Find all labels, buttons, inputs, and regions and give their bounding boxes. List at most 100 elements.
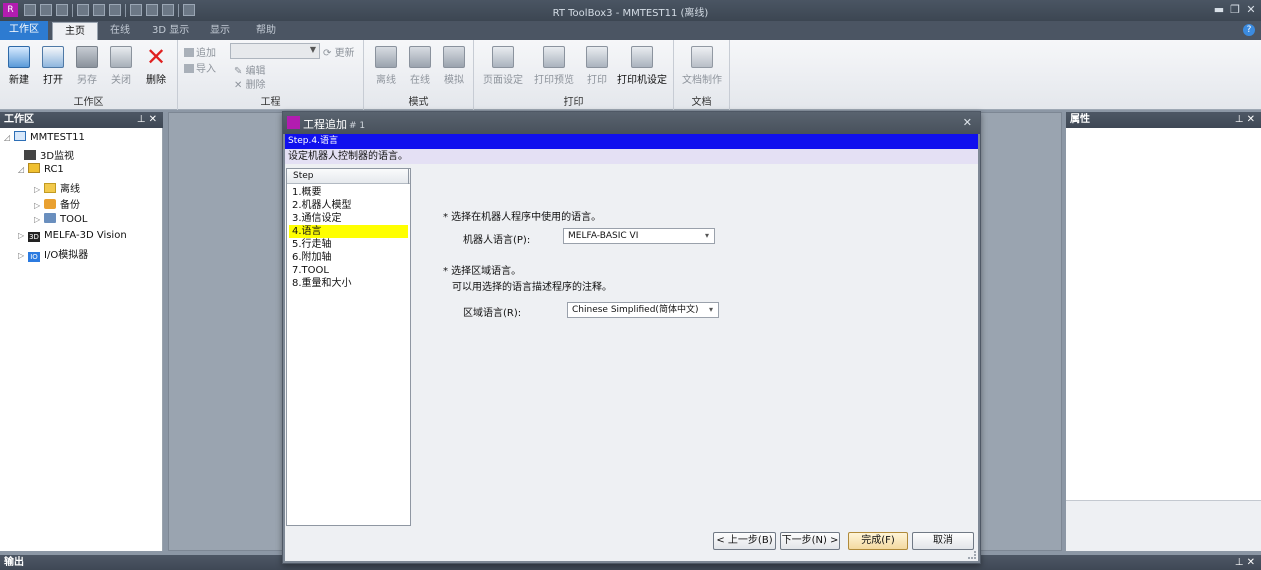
step-item[interactable]: 1.概要 [289,186,408,199]
save-as-label: 另存 [77,75,97,86]
step-item[interactable]: 3.通信设定 [289,212,408,225]
page-setup-label: 页面设定 [483,75,523,86]
dialog-close-icon[interactable]: ✕ [963,116,972,129]
tree-item-io-simulator[interactable]: ▷ IO I/O模拟器 [18,246,88,262]
next-step-button[interactable]: 下一步(N) > [780,532,840,550]
tree-item-3d-monitor[interactable]: 3D监视 [24,147,74,162]
tab-display[interactable]: 显示 [204,22,236,40]
robot-language-select[interactable]: MELFA-BASIC VI ▾ [563,228,715,244]
tree-item-vision[interactable]: ▷ 3D MELFA-3D Vision [18,230,127,242]
printer-setup-label: 打印机设定 [617,75,667,86]
import-label: 导入 [196,64,216,75]
chevron-down-icon: ▾ [708,305,713,314]
ribbon-group-project: 追加 导入 ▼ ⟳ 更新 ✎ 编辑 ✕ 删除 工程 [178,40,364,110]
panel-pin-close-icon[interactable]: ⊥ ✕ [1235,555,1255,570]
delete-button[interactable]: ✕ 删除 [141,44,171,86]
column-separator[interactable] [408,169,410,184]
cancel-button[interactable]: 取消 [912,532,974,550]
panel-pin-close-icon[interactable]: ⊥ ✕ [137,112,157,128]
tree-label: MELFA-3D Vision [44,230,127,241]
tree-label: 离线 [60,184,80,195]
region-language-select[interactable]: Chinese Simplified(简体中文) ▾ [567,302,719,318]
backup-icon [44,199,56,209]
region-language-hint: 可以用选择的语言描述程序的注释。 [452,282,612,293]
save-as-button[interactable]: 另存 [72,44,102,86]
tab-help[interactable]: 帮助 [250,22,282,40]
group-label-mode: 模式 [408,97,429,108]
open-button[interactable]: 打开 [38,44,68,86]
step-title-bar: Step.4.语言 [285,134,978,149]
ribbon-group-workspace: 新建 打开 另存 关闭 ✕ 删除 工作区 [0,40,178,110]
finish-button[interactable]: 完成(F) [848,532,908,550]
expand-icon[interactable]: ▷ [18,251,28,260]
project-delete-label: 删除 [245,80,266,91]
simulate-button[interactable]: 模拟 [439,44,469,86]
collapse-icon[interactable]: ◿ [18,165,28,174]
dialog-title-bar[interactable]: 工程追加 # 1 ✕ [283,112,980,134]
import-button[interactable]: 导入 [184,60,216,75]
project-select[interactable]: ▼ [230,43,320,59]
close-button[interactable]: 关闭 [106,44,136,86]
offline-icon [375,46,397,68]
tab-3d-display[interactable]: 3D 显示 [146,22,195,40]
project-icon [14,131,26,141]
robot-language-label: 机器人语言(P): [463,235,531,246]
offline-button[interactable]: 离线 [371,44,401,86]
refresh-button[interactable]: ⟳ 更新 [323,44,355,59]
page-setup-button[interactable]: 页面设定 [482,44,524,86]
tree-item-tool[interactable]: ▷ TOOL [34,213,87,225]
expand-icon[interactable]: ▷ [34,215,44,224]
expand-icon[interactable]: ▷ [18,231,28,240]
window-close-icon[interactable]: ✕ [1244,3,1258,17]
create-doc-button[interactable]: 文档制作 [679,44,725,86]
close-workspace-icon [110,46,132,68]
step-item[interactable]: 8.重量和大小 [289,277,408,290]
tree-label: TOOL [60,214,88,225]
delete-label: 删除 [146,75,166,86]
create-doc-label: 文档制作 [682,75,722,86]
add-project-button[interactable]: 追加 [184,44,216,59]
tree-item-rc1[interactable]: ◿ RC1 [18,163,64,175]
io-simulator-icon: IO [28,252,40,262]
group-label-document: 文档 [691,97,712,108]
step-item[interactable]: 7.TOOL [289,264,408,277]
save-icon [76,46,98,68]
edit-button[interactable]: ✎ 编辑 [234,62,266,77]
tree-item-backup[interactable]: ▷ 备份 [34,196,80,211]
tab-home[interactable]: 主页 [52,22,98,40]
ribbon-group-print: 页面设定 打印预览 打印 打印机设定 打印 [474,40,674,110]
expand-icon[interactable]: ▷ [34,185,44,194]
open-icon [42,46,64,68]
printer-setup-button[interactable]: 打印机设定 [614,44,670,86]
minimize-icon[interactable]: ▬ [1212,3,1226,17]
online-button[interactable]: 在线 [405,44,435,86]
tab-workspace[interactable]: 工作区 [0,21,48,40]
ribbon: 新建 打开 另存 关闭 ✕ 删除 工作区 追加 导入 ▼ ⟳ 更新 ✎ 编辑 ✕… [0,40,1261,110]
help-icon[interactable]: ? [1243,24,1255,36]
panel-pin-close-icon[interactable]: ⊥ ✕ [1235,112,1255,128]
restore-icon[interactable]: ❐ [1228,3,1242,17]
print-button[interactable]: 打印 [582,44,612,86]
step-item[interactable]: 2.机器人模型 [289,199,408,212]
step-item[interactable]: 6.附加轴 [289,251,408,264]
collapse-icon[interactable]: ◿ [4,133,14,142]
project-delete-button[interactable]: ✕ 删除 [234,76,266,91]
simulate-label: 模拟 [444,75,464,86]
resize-grip-icon[interactable] [968,551,976,559]
simulate-icon [443,46,465,68]
printer-setup-icon [631,46,653,68]
tab-online[interactable]: 在线 [104,22,136,40]
prev-step-button[interactable]: < 上一步(B) [713,532,776,550]
tree-item-offline[interactable]: ▷ 离线 [34,180,80,195]
expand-icon[interactable]: ▷ [34,201,44,210]
print-label: 打印 [587,75,607,86]
tree-item-project[interactable]: ◿ MMTEST11 [4,131,85,143]
tree-label: 3D监视 [40,151,75,162]
step-description: 设定机器人控制器的语言。 [285,149,978,164]
3d-monitor-icon [24,150,36,160]
import-icon [184,64,194,73]
step-item-active[interactable]: 4.语言 [289,225,408,238]
print-preview-button[interactable]: 打印预览 [532,44,576,86]
step-item[interactable]: 5.行走轴 [289,238,408,251]
new-button[interactable]: 新建 [4,44,34,86]
